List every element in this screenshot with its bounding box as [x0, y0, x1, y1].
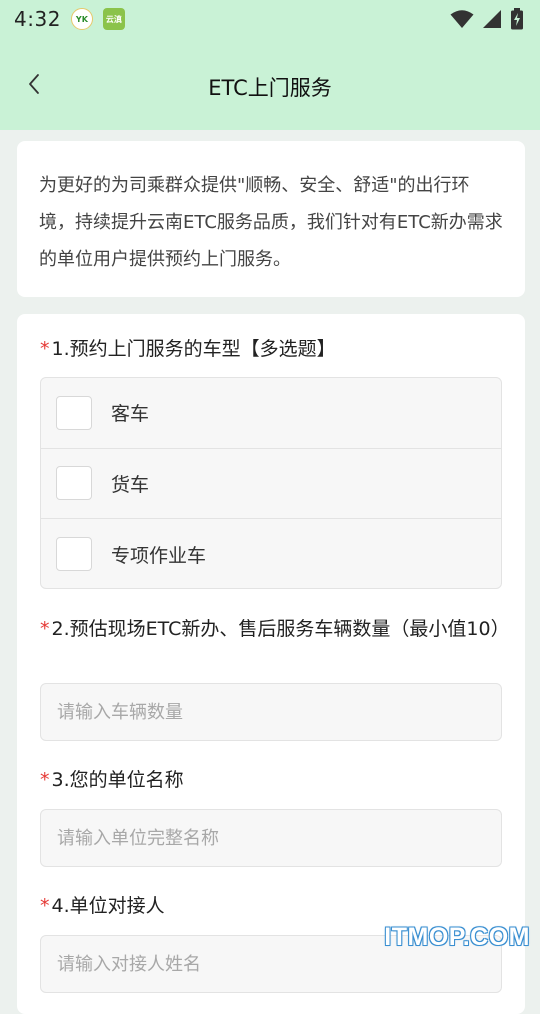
wifi-icon: [450, 9, 474, 29]
option-truck[interactable]: 货车: [41, 449, 501, 520]
required-mark: *: [40, 769, 50, 791]
checkbox[interactable]: [56, 466, 92, 500]
form-card: *1.预约上门服务的车型【多选题】 客车 货车 专项作业车 *2.预估现场ETC…: [17, 314, 525, 1014]
intro-text: 为更好的为司乘群众提供"顺畅、安全、舒适"的出行环境，持续提升云南ETC服务品质…: [39, 167, 503, 278]
required-mark: *: [40, 895, 50, 917]
vehicle-type-options: 客车 货车 专项作业车: [40, 377, 502, 589]
company-name-field[interactable]: [40, 809, 502, 867]
status-icons: [450, 8, 524, 30]
company-name-input[interactable]: [57, 828, 485, 849]
option-passenger-car[interactable]: 客车: [41, 378, 501, 449]
green-app-notification-icon: 云滇: [103, 8, 125, 30]
option-label: 客车: [111, 399, 149, 426]
watermark: ITMOP.COM: [384, 923, 530, 952]
battery-icon: [510, 8, 524, 30]
vehicle-count-field[interactable]: [40, 683, 502, 741]
signal-icon: [482, 9, 502, 29]
question-2-text: 2.预估现场ETC新办、售后服务车辆数量（最小值10）: [52, 618, 510, 640]
required-mark: *: [40, 338, 50, 360]
page-title: ETC上门服务: [0, 72, 540, 102]
required-mark: *: [40, 618, 50, 640]
status-bar: 4:32 YK 云滇: [0, 0, 540, 38]
checkbox[interactable]: [56, 537, 92, 571]
vehicle-count-input[interactable]: [57, 702, 485, 723]
status-time: 4:32: [14, 7, 61, 31]
question-4-text: 4.单位对接人: [52, 895, 165, 917]
option-label: 专项作业车: [111, 541, 206, 568]
question-1-label: *1.预约上门服务的车型【多选题】: [40, 336, 505, 362]
question-4-label: *4.单位对接人: [40, 893, 505, 919]
intro-card: 为更好的为司乘群众提供"顺畅、安全、舒适"的出行环境，持续提升云南ETC服务品质…: [17, 141, 525, 297]
yk-app-notification-icon: YK: [71, 8, 93, 30]
question-3-label: *3.您的单位名称: [40, 767, 505, 793]
option-label: 货车: [111, 470, 149, 497]
question-2-label: *2.预估现场ETC新办、售后服务车辆数量（最小值10）: [40, 616, 505, 642]
question-3-text: 3.您的单位名称: [52, 769, 184, 791]
contact-person-input[interactable]: [57, 954, 485, 975]
question-1-text: 1.预约上门服务的车型【多选题】: [52, 338, 336, 360]
option-special-vehicle[interactable]: 专项作业车: [41, 519, 501, 589]
header: ETC上门服务: [0, 38, 540, 130]
checkbox[interactable]: [56, 396, 92, 430]
